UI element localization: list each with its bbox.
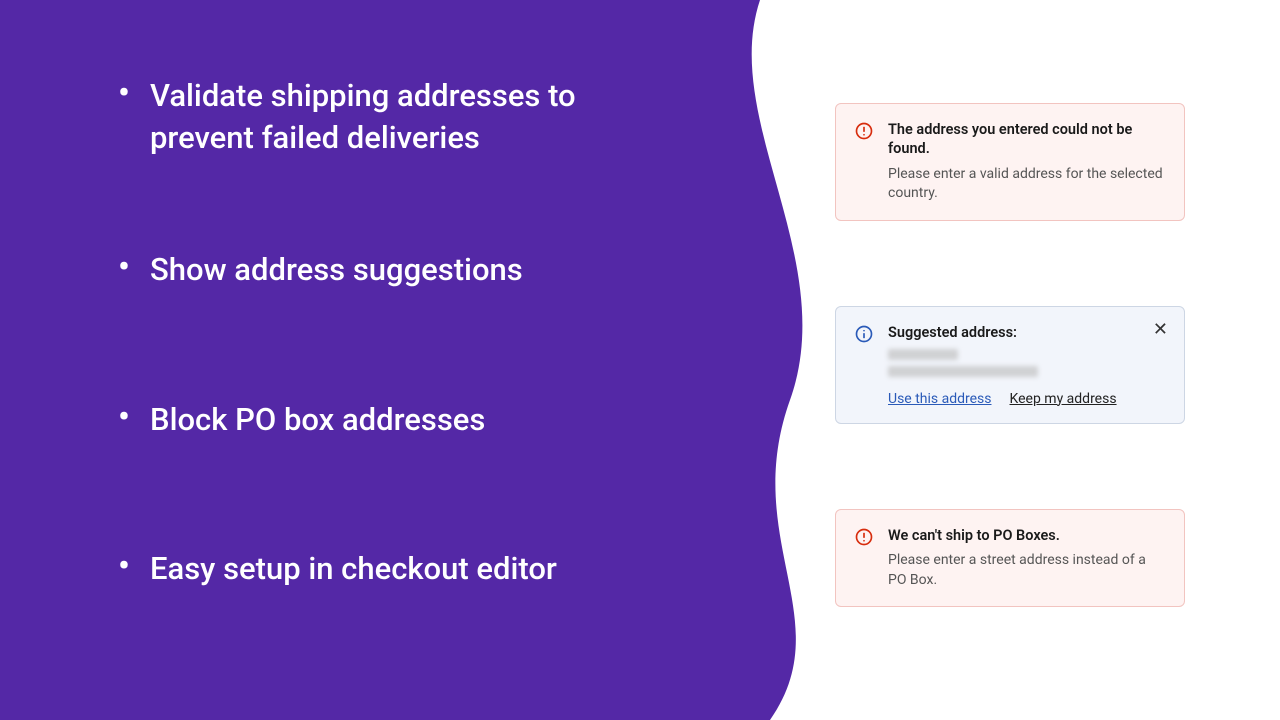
blurred-address-line-2 bbox=[888, 366, 1038, 377]
close-icon[interactable]: ✕ bbox=[1153, 321, 1168, 339]
use-this-address-link[interactable]: Use this address bbox=[888, 391, 992, 407]
suggested-address-card: ✕ Suggested address: Use this address Ke… bbox=[835, 306, 1185, 424]
error-po-box: We can't ship to PO Boxes. Please enter … bbox=[835, 509, 1185, 608]
error2-text: Please enter a street address instead of… bbox=[888, 551, 1166, 590]
bullet-4: Easy setup in checkout editor bbox=[110, 548, 670, 590]
bullet-3: Block PO box addresses bbox=[110, 399, 670, 441]
alert-circle-icon bbox=[854, 121, 874, 141]
suggest-title: Suggested address: bbox=[888, 323, 1166, 343]
blurred-address-line-1 bbox=[888, 349, 958, 360]
keep-my-address-link[interactable]: Keep my address bbox=[1010, 391, 1117, 407]
error2-title: We can't ship to PO Boxes. bbox=[888, 526, 1166, 546]
error1-title: The address you entered could not be fou… bbox=[888, 120, 1166, 159]
error-address-not-found: The address you entered could not be fou… bbox=[835, 103, 1185, 221]
bullet-1: Validate shipping addresses to prevent f… bbox=[110, 75, 670, 159]
feature-bullets: Validate shipping addresses to prevent f… bbox=[110, 75, 670, 690]
bullet-2: Show address suggestions bbox=[110, 249, 670, 291]
alert-circle-icon bbox=[854, 527, 874, 547]
error1-text: Please enter a valid address for the sel… bbox=[888, 165, 1166, 204]
info-circle-icon bbox=[854, 324, 874, 344]
